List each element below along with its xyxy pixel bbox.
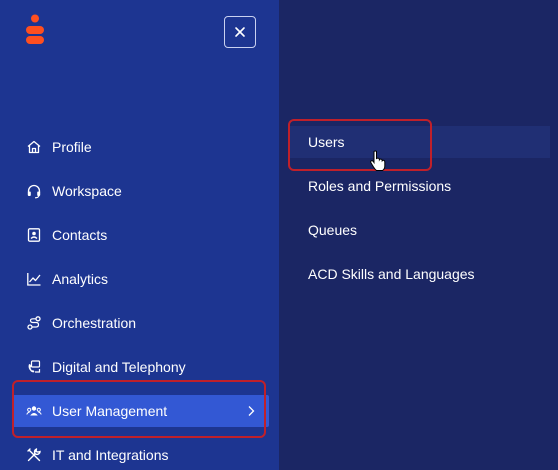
submenu-item-acd-skills[interactable]: ACD Skills and Languages <box>288 258 550 290</box>
headset-icon <box>26 183 42 199</box>
nav-item-workspace[interactable]: Workspace <box>12 175 269 207</box>
nav-item-label: Digital and Telephony <box>52 359 186 375</box>
home-icon <box>26 139 42 155</box>
phone-chat-icon <box>26 359 42 375</box>
tools-icon <box>26 447 42 463</box>
nav-item-label: Profile <box>52 139 92 155</box>
nav-item-label: Contacts <box>52 227 108 243</box>
nav-item-digital-telephony[interactable]: Digital and Telephony <box>12 351 269 383</box>
nav-item-analytics[interactable]: Analytics <box>12 263 269 295</box>
close-icon <box>235 27 245 37</box>
nav-item-label: Workspace <box>52 183 122 199</box>
nav-item-orchestration[interactable]: Orchestration <box>12 307 269 339</box>
close-button[interactable] <box>224 16 256 48</box>
nav-item-label: IT and Integrations <box>52 447 169 463</box>
contact-card-icon <box>26 227 42 243</box>
nav-item-it-integrations[interactable]: IT and Integrations <box>12 439 269 470</box>
nav-item-label: Orchestration <box>52 315 137 331</box>
submenu-item-queues[interactable]: Queues <box>288 214 550 246</box>
genesys-logo[interactable] <box>24 14 46 48</box>
highlight-users <box>288 119 432 171</box>
line-chart-icon <box>26 271 42 287</box>
submenu-item-label: ACD Skills and Languages <box>308 266 475 282</box>
nav-item-label: Analytics <box>52 271 109 287</box>
hand-pointer-icon <box>370 150 386 171</box>
highlight-user-management <box>12 380 266 438</box>
submenu-item-label: Queues <box>308 222 358 238</box>
nav-item-contacts[interactable]: Contacts <box>12 219 269 251</box>
flow-icon <box>26 315 42 331</box>
nav-item-profile[interactable]: Profile <box>12 131 269 163</box>
submenu-item-roles-permissions[interactable]: Roles and Permissions <box>288 170 550 202</box>
submenu-item-label: Roles and Permissions <box>308 178 452 194</box>
